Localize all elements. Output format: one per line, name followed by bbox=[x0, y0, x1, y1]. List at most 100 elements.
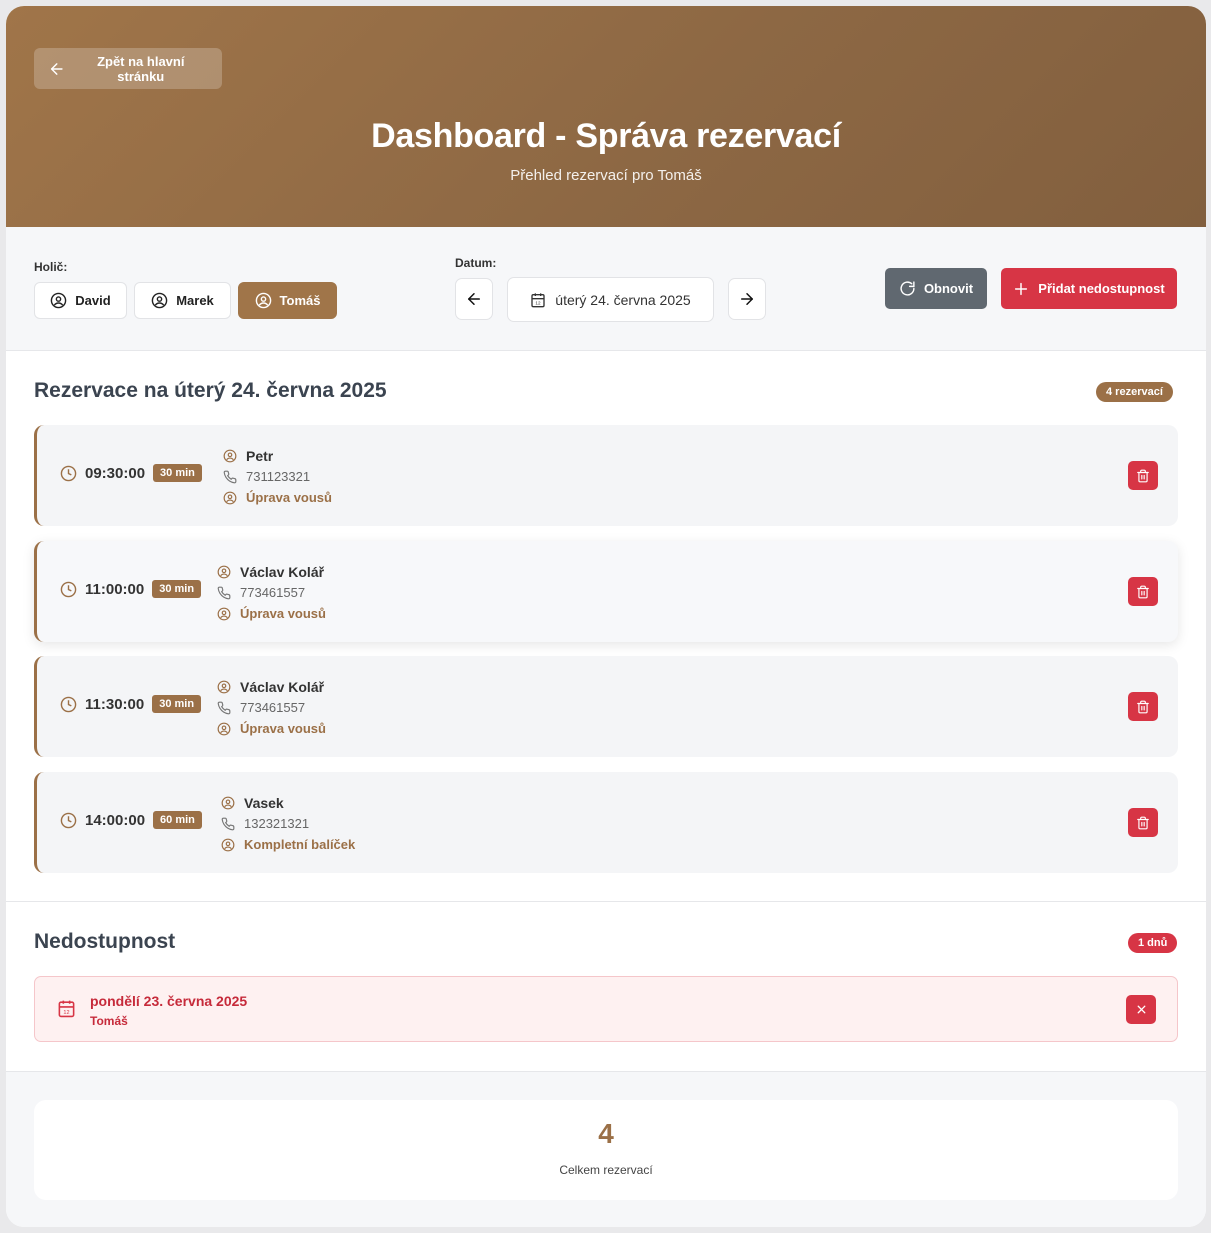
svg-text:12: 12 bbox=[536, 300, 542, 305]
delete-reservation-button[interactable] bbox=[1128, 577, 1158, 606]
reservation-details: Václav Kolář 773461557 Úprava vousů bbox=[217, 676, 326, 739]
reservation-card: 09:30:00 30 min Petr 731123321 Úprava vo… bbox=[34, 425, 1178, 526]
calendar-icon: 12 bbox=[58, 1000, 75, 1018]
time-text: 11:00:00 bbox=[85, 580, 145, 598]
reservation-time: 11:00:00 30 min bbox=[60, 580, 202, 598]
clock-icon bbox=[60, 812, 77, 828]
duration-badge: 60 min bbox=[153, 811, 202, 829]
time-text: 14:00:00 bbox=[85, 811, 146, 829]
clock-icon bbox=[60, 581, 77, 597]
reservation-card: 11:00:00 30 min Václav Kolář 773461557 Ú… bbox=[34, 541, 1178, 642]
refresh-button[interactable]: Obnovit bbox=[885, 268, 987, 309]
reservations-title: Rezervace na úterý 24. června 2025 bbox=[34, 379, 387, 402]
calendar-icon: 12 bbox=[531, 292, 545, 307]
date-picker[interactable]: 12 úterý 24. června 2025 bbox=[507, 277, 714, 322]
date-value: úterý 24. června 2025 bbox=[555, 291, 691, 308]
customer-phone: 731123321 bbox=[246, 469, 311, 484]
unavailability-barber: Tomáš bbox=[90, 1014, 128, 1028]
customer-phone: 773461557 bbox=[240, 585, 306, 600]
customer-name: Petr bbox=[246, 447, 274, 464]
phone-icon bbox=[217, 701, 231, 714]
service-icon bbox=[217, 722, 231, 735]
user-circle-icon bbox=[217, 680, 231, 693]
arrow-left-icon bbox=[50, 62, 63, 75]
service-name: Úprava vousů bbox=[246, 490, 332, 505]
clock-icon bbox=[60, 465, 77, 481]
unavailability-date: pondělí 23. června 2025 bbox=[90, 993, 248, 1009]
trash-icon bbox=[1137, 816, 1149, 829]
svg-text:12: 12 bbox=[63, 1010, 69, 1016]
service-name: Úprava vousů bbox=[240, 721, 326, 736]
user-circle-icon bbox=[51, 292, 67, 309]
user-circle-icon bbox=[221, 796, 235, 809]
duration-badge: 30 min bbox=[152, 695, 202, 713]
reservation-card: 11:30:00 30 min Václav Kolář 773461557 Ú… bbox=[34, 656, 1178, 757]
customer-name: Vasek bbox=[244, 794, 284, 811]
arrow-right-icon bbox=[741, 293, 753, 305]
reservation-details: Vasek 132321321 Kompletní balíček bbox=[221, 792, 355, 855]
unavailability-title: Nedostupnost bbox=[34, 930, 176, 953]
delete-reservation-button[interactable] bbox=[1128, 461, 1158, 490]
barber-name: David bbox=[75, 293, 111, 308]
unavailability-count-badge: 1 dnů bbox=[1128, 933, 1178, 953]
back-to-home-button[interactable]: Zpět na hlavní stránku bbox=[34, 48, 222, 89]
refresh-icon bbox=[900, 281, 915, 296]
delete-reservation-button[interactable] bbox=[1128, 808, 1158, 837]
customer-name: Václav Kolář bbox=[240, 563, 325, 580]
unavailability-item: 12 pondělí 23. června 2025 Tomáš bbox=[34, 976, 1178, 1042]
customer-phone: 132321321 bbox=[244, 816, 310, 831]
service-icon bbox=[223, 491, 237, 504]
user-circle-icon bbox=[223, 449, 237, 462]
previous-day-button[interactable] bbox=[455, 278, 493, 320]
barber-name: Tomáš bbox=[279, 293, 321, 308]
summary-section: 4 Celkem rezervací bbox=[6, 1071, 1206, 1227]
time-text: 09:30:00 bbox=[85, 464, 146, 482]
barber-label: Holič: bbox=[34, 260, 68, 274]
service-name: Kompletní balíček bbox=[244, 837, 356, 852]
phone-icon bbox=[221, 817, 235, 830]
total-reservations-value: 4 bbox=[598, 1118, 614, 1149]
barber-button-david[interactable]: David bbox=[34, 282, 127, 319]
phone-icon bbox=[217, 586, 231, 599]
reservations-count-badge: 4 rezervací bbox=[1096, 382, 1173, 402]
total-reservations-label: Celkem rezervací bbox=[559, 1163, 653, 1177]
user-circle-icon bbox=[255, 292, 271, 309]
duration-badge: 30 min bbox=[153, 464, 202, 482]
user-circle-icon bbox=[151, 292, 168, 309]
reservation-card: 14:00:00 60 min Vasek 132321321 Kompletn… bbox=[34, 772, 1178, 873]
toolbar: Holič: David Marek Tomáš Datum: 12 úterý… bbox=[6, 227, 1206, 351]
trash-icon bbox=[1137, 700, 1149, 713]
duration-badge: 30 min bbox=[152, 580, 202, 598]
refresh-label: Obnovit bbox=[923, 281, 974, 296]
phone-icon bbox=[223, 470, 237, 483]
header: Zpět na hlavní stránku Dashboard - Správ… bbox=[6, 6, 1206, 227]
next-day-button[interactable] bbox=[728, 278, 766, 320]
trash-icon bbox=[1137, 469, 1149, 482]
barber-button-tomas[interactable]: Tomáš bbox=[238, 282, 337, 319]
section-divider bbox=[6, 901, 1206, 902]
delete-reservation-button[interactable] bbox=[1128, 692, 1158, 721]
reservation-details: Václav Kolář 773461557 Úprava vousů bbox=[217, 561, 326, 624]
plus-icon bbox=[1015, 282, 1028, 295]
page-subtitle: Přehled rezervací pro Tomáš bbox=[510, 167, 702, 184]
arrow-left-icon bbox=[468, 293, 480, 305]
user-circle-icon bbox=[217, 565, 231, 578]
barber-name: Marek bbox=[176, 293, 214, 308]
time-text: 11:30:00 bbox=[85, 695, 145, 713]
close-icon bbox=[1137, 1005, 1145, 1014]
clock-icon bbox=[60, 696, 77, 712]
date-label: Datum: bbox=[455, 256, 497, 270]
total-reservations-card: 4 Celkem rezervací bbox=[34, 1100, 1178, 1200]
service-icon bbox=[217, 607, 231, 620]
service-name: Úprava vousů bbox=[240, 606, 326, 621]
remove-unavailability-button[interactable] bbox=[1126, 995, 1156, 1024]
barber-button-marek[interactable]: Marek bbox=[134, 282, 231, 319]
trash-icon bbox=[1137, 585, 1149, 598]
add-unavailability-button[interactable]: Přidat nedostupnost bbox=[1001, 268, 1177, 309]
back-button-label: Zpět na hlavní stránku bbox=[97, 53, 185, 84]
customer-phone: 773461557 bbox=[240, 700, 306, 715]
customer-name: Václav Kolář bbox=[240, 678, 325, 695]
service-icon bbox=[221, 838, 235, 851]
reservation-time: 11:30:00 30 min bbox=[60, 695, 202, 713]
dashboard-window: Zpět na hlavní stránku Dashboard - Správ… bbox=[6, 6, 1206, 1227]
